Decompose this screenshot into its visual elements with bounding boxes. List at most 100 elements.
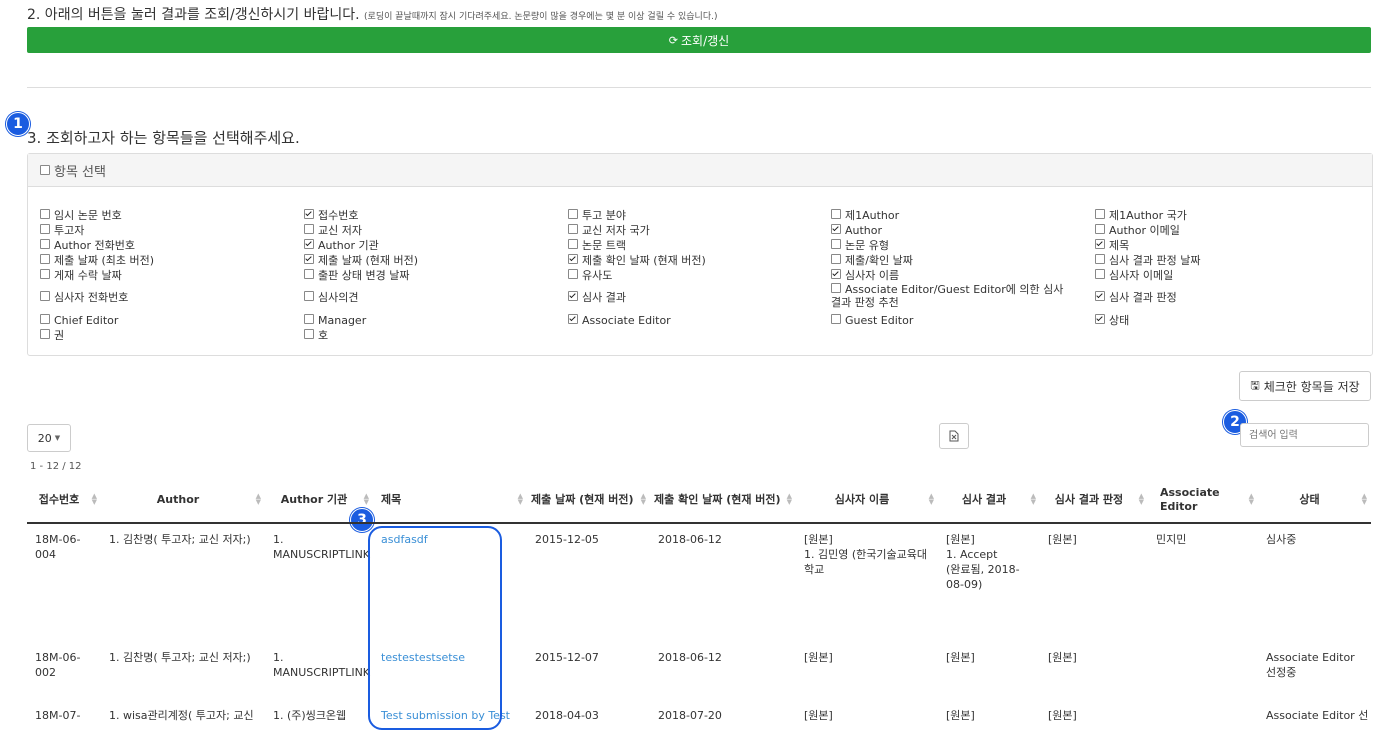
cell-decision: [원본] [1048, 709, 1077, 722]
option-item[interactable]: 호 [304, 329, 328, 342]
option-item[interactable]: 접수번호 [304, 209, 358, 222]
option-item[interactable]: 제출 날짜 (현재 버전) [304, 254, 418, 267]
option-item[interactable]: Chief Editor [40, 314, 118, 327]
option-checkbox[interactable] [831, 314, 841, 324]
option-checkbox[interactable] [304, 269, 314, 279]
option-item[interactable]: 게재 수락 날짜 [40, 269, 122, 282]
option-checkbox[interactable] [40, 209, 50, 219]
option-checkbox[interactable] [568, 291, 578, 301]
option-item[interactable]: 유사도 [568, 269, 612, 282]
option-checkbox[interactable] [40, 254, 50, 264]
option-item[interactable]: 제출 확인 날짜 (현재 버전) [568, 254, 706, 267]
option-checkbox[interactable] [831, 269, 841, 279]
option-checkbox[interactable] [831, 224, 841, 234]
option-item[interactable]: 심사 결과 판정 [1095, 291, 1177, 304]
option-item[interactable]: 투고자 [40, 224, 84, 237]
option-item[interactable]: Associate Editor [568, 314, 671, 327]
cell-submitted: 2018-04-03 [535, 709, 599, 722]
option-checkbox[interactable] [568, 209, 578, 219]
option-item[interactable]: 교신 저자 국가 [568, 224, 650, 237]
option-checkbox[interactable] [40, 269, 50, 279]
option-item[interactable]: Author 기관 [304, 239, 379, 252]
header-author[interactable]: Author ▲ ▼ [101, 478, 265, 524]
option-checkbox[interactable] [40, 329, 50, 339]
option-checkbox[interactable] [568, 269, 578, 279]
option-item[interactable]: 제출 날짜 (최초 버전) [40, 254, 154, 267]
option-item[interactable]: 심사 결과 [568, 291, 626, 304]
option-item[interactable]: Associate Editor/Guest Editor에 의한 심사 결과 … [831, 283, 1076, 309]
option-item[interactable]: 권 [40, 329, 64, 342]
option-checkbox[interactable] [304, 224, 314, 234]
option-checkbox[interactable] [304, 314, 314, 324]
option-item[interactable]: 투고 분야 [568, 209, 626, 222]
option-checkbox[interactable] [304, 291, 314, 301]
option-item[interactable]: 논문 유형 [831, 239, 889, 252]
option-item[interactable]: 제목 [1095, 239, 1129, 252]
header-reviewer[interactable]: 심사자 이름 ▲ ▼ [796, 478, 938, 524]
header-no[interactable]: 접수번호 ▲ ▼ [27, 478, 101, 524]
option-checkbox[interactable] [831, 254, 841, 264]
option-item[interactable]: 제출/확인 날짜 [831, 254, 913, 267]
page-size-select[interactable]: 20 ▼ [27, 424, 71, 452]
option-item[interactable]: 논문 트랙 [568, 239, 626, 252]
option-checkbox[interactable] [40, 291, 50, 301]
option-item[interactable]: 임시 논문 번호 [40, 209, 122, 222]
option-checkbox[interactable] [568, 239, 578, 249]
option-checkbox[interactable] [40, 239, 50, 249]
select-all-checkbox[interactable] [40, 165, 50, 175]
option-item[interactable]: 출판 상태 변경 날짜 [304, 269, 409, 282]
option-item[interactable]: Manager [304, 314, 366, 327]
header-result[interactable]: 심사 결과 ▲ ▼ [938, 478, 1040, 524]
option-checkbox[interactable] [831, 283, 841, 293]
header-confirmed[interactable]: 제출 확인 날짜 (현재 버전) ▲ ▼ [650, 478, 796, 524]
option-item[interactable]: 심사자 이름 [831, 269, 899, 282]
panel-header[interactable]: 항목 선택 [28, 154, 1372, 187]
option-item[interactable]: Author 전화번호 [40, 239, 135, 252]
option-checkbox[interactable] [1095, 314, 1105, 324]
header-affiliation[interactable]: Author 기관 ▲ ▼ [265, 478, 373, 524]
option-checkbox[interactable] [304, 209, 314, 219]
option-checkbox[interactable] [1095, 209, 1105, 219]
header-submitted[interactable]: 제출 날짜 (현재 버전) ▲ ▼ [527, 478, 650, 524]
sort-icon: ▲ ▼ [517, 492, 523, 506]
excel-export-button[interactable] [939, 423, 969, 449]
option-checkbox[interactable] [1095, 239, 1105, 249]
save-columns-label: 체크한 항목들 저장 [1263, 379, 1360, 394]
option-checkbox[interactable] [831, 239, 841, 249]
option-item[interactable]: 심사자 전화번호 [40, 291, 128, 304]
option-item[interactable]: Author 이메일 [1095, 224, 1180, 237]
option-item[interactable]: 심사의견 [304, 291, 358, 304]
option-checkbox[interactable] [1095, 269, 1105, 279]
option-checkbox[interactable] [304, 239, 314, 249]
option-item[interactable]: 심사자 이메일 [1095, 269, 1173, 282]
option-item[interactable]: 제1Author [831, 209, 899, 222]
search-input[interactable] [1240, 423, 1369, 447]
option-item[interactable]: Guest Editor [831, 314, 913, 327]
option-checkbox[interactable] [568, 314, 578, 324]
header-status[interactable]: 상태 ▲ ▼ [1258, 478, 1371, 524]
option-checkbox[interactable] [831, 209, 841, 219]
option-checkbox[interactable] [40, 224, 50, 234]
option-checkbox[interactable] [568, 254, 578, 264]
option-checkbox[interactable] [568, 224, 578, 234]
option-checkbox[interactable] [1095, 224, 1105, 234]
option-item[interactable]: 심사 결과 판정 날짜 [1095, 254, 1200, 267]
cell-author: 1. 김찬명( 투고자; 교신 저자;) [109, 651, 251, 664]
header-title[interactable]: 제목 ▲ ▼ [373, 478, 527, 524]
header-ae[interactable]: Associate Editor ▲ ▼ [1148, 478, 1258, 524]
option-item[interactable]: 상태 [1095, 314, 1129, 327]
option-item[interactable]: 제1Author 국가 [1095, 209, 1187, 222]
option-label: 호 [318, 329, 329, 342]
header-decision[interactable]: 심사 결과 판정 ▲ ▼ [1040, 478, 1148, 524]
option-label: 심사의견 [318, 291, 359, 304]
option-item[interactable]: Author [831, 224, 882, 237]
refresh-button[interactable]: ⟳ 조회/갱신 [27, 27, 1371, 53]
option-checkbox[interactable] [304, 329, 314, 339]
option-checkbox[interactable] [1095, 254, 1105, 264]
option-checkbox[interactable] [40, 314, 50, 324]
option-checkbox[interactable] [1095, 291, 1105, 301]
option-item[interactable]: 교신 저자 [304, 224, 362, 237]
option-checkbox[interactable] [304, 254, 314, 264]
save-columns-button[interactable]: 🖫 체크한 항목들 저장 [1239, 371, 1371, 401]
option-label: 제1Author 국가 [1109, 209, 1187, 222]
